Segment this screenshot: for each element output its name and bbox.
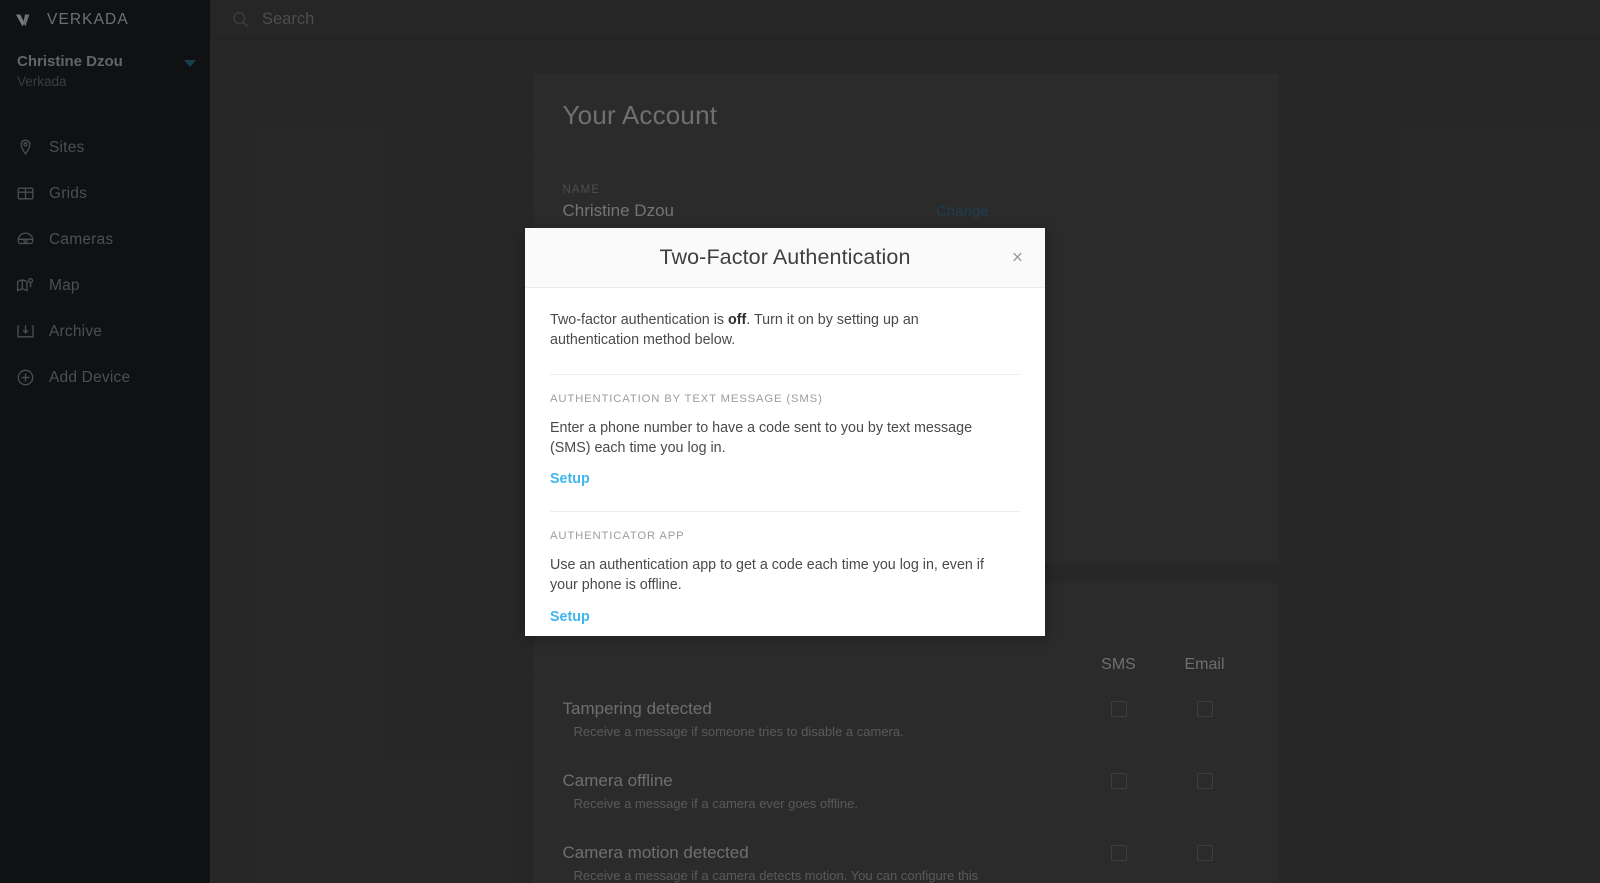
two-factor-authentication-dialog: Two-Factor Authentication × Two-factor a… [525,228,1045,636]
dialog-title: Two-Factor Authentication [659,245,911,269]
sms-section-description: Enter a phone number to have a code sent… [550,419,973,456]
sms-section-label: AUTHENTICATION BY TEXT MESSAGE (SMS) [550,392,823,405]
sms-authentication-section: AUTHENTICATION BY TEXT MESSAGE (SMS) Ent… [550,375,1020,489]
dialog-header: Two-Factor Authentication × [525,228,1045,288]
intro-prefix: Two-factor authentication is [550,312,729,328]
sms-setup-link[interactable]: Setup [550,471,590,487]
two-factor-status-value: off [728,312,747,328]
authenticator-section-description: Use an authentication app to get a code … [550,557,984,594]
two-factor-status-text: Two-factor authentication is off. Turn i… [550,310,1002,351]
authenticator-setup-link[interactable]: Setup [550,609,590,625]
close-icon[interactable]: × [1006,244,1029,271]
dialog-body: Two-factor authentication is off. Turn i… [525,288,1045,626]
authenticator-section-label: AUTHENTICATOR APP [550,530,685,543]
authenticator-app-section: AUTHENTICATOR APP Use an authentication … [550,512,1020,626]
app-root: VERKADA Christine Dzou Verkada Sites [0,0,1600,883]
